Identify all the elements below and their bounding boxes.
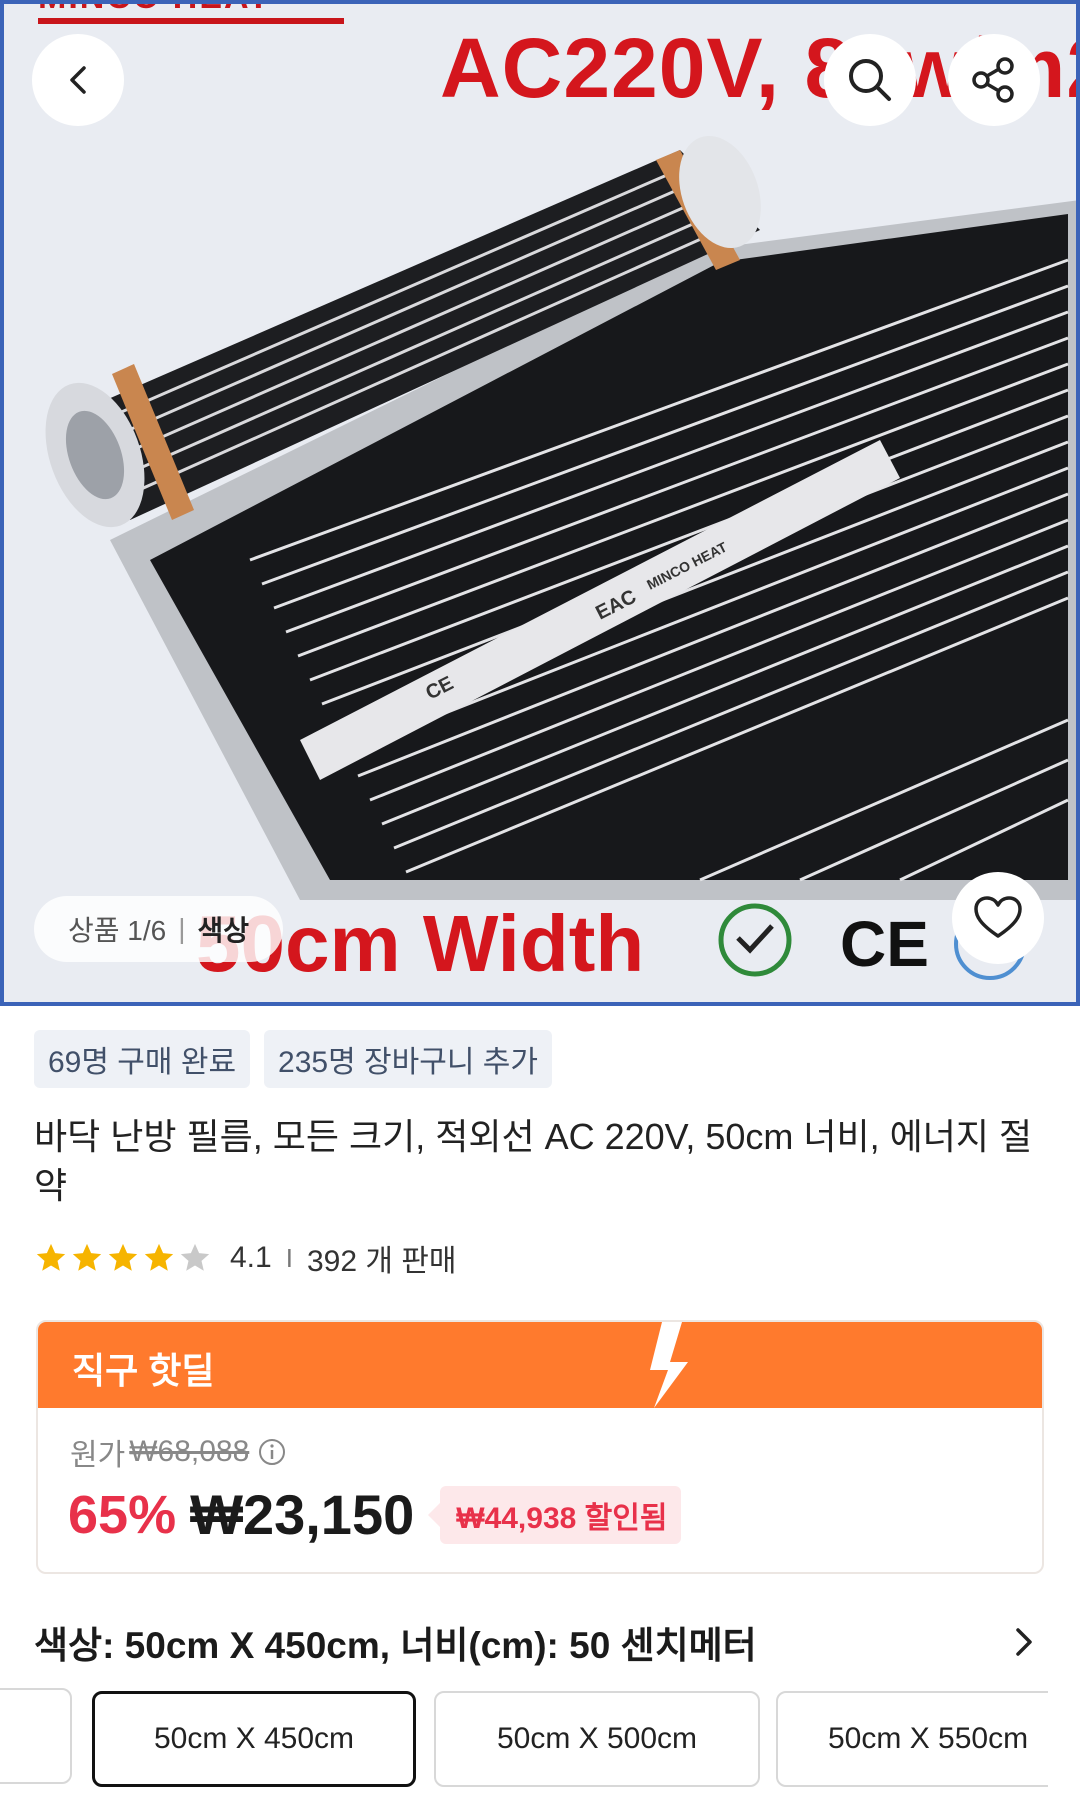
cart-added-count-badge: 235명 장바구니 추가 (264, 1030, 552, 1088)
product-title: 바닥 난방 필름, 모든 크기, 적외선 AC 220V, 50cm 너비, 에… (34, 1116, 1033, 1206)
discount-percent: 65% (68, 1484, 177, 1545)
social-proof-badges: 69명 구매 완료 235명 장바구니 추가 (34, 1030, 552, 1088)
star-icon (108, 1243, 138, 1271)
variant-option[interactable] (0, 1688, 72, 1784)
rating-row[interactable]: 4.1 I 392 개 판매 (34, 1238, 456, 1278)
price-row: 65% ₩23,150 ₩44,938 할인됨 (68, 1482, 682, 1547)
selected-option-label: 색상: 50cm X 450cm, 너비(cm): 50 센치메터 (34, 1625, 757, 1666)
variant-option[interactable]: 50cm X 550cm (776, 1691, 1048, 1787)
deal-title: 직구 핫딜 (72, 1350, 215, 1391)
sale-price: ₩23,150 (190, 1483, 415, 1546)
sold-count: 392 개 판매 (306, 1245, 457, 1278)
rating-divider: I (285, 1242, 293, 1273)
star-icon (144, 1243, 174, 1271)
purchased-count-badge: 69명 구매 완료 (34, 1030, 251, 1088)
original-price-label: 원가 (70, 1439, 126, 1472)
variant-option-selected[interactable]: 50cm X 450cm (92, 1691, 416, 1787)
original-price-row: 원가 ₩68,088 (70, 1430, 287, 1474)
star-rating (34, 1241, 212, 1275)
variant-option[interactable]: 50cm X 500cm (434, 1691, 760, 1787)
star-icon (72, 1243, 102, 1271)
deal-card: 직구 핫딜 원가 ₩68,088 65% ₩23,150 ₩44,938 할인됨 (36, 1320, 1044, 1574)
star-icon (36, 1243, 66, 1271)
rating-value: 4.1 (230, 1241, 272, 1274)
variant-list: 50cm X 450cm 50cm X 500cm 50cm X 550cm (0, 1688, 1048, 1790)
info-icon[interactable] (257, 1437, 287, 1467)
product-image-gallery[interactable]: MINCO HEAT EAC MINCO HEAT (0, 0, 1080, 1006)
lightning-bolt-icon (650, 1322, 688, 1408)
saved-amount-badge: ₩44,938 할인됨 (428, 1485, 682, 1544)
deal-header: 직구 핫딜 (38, 1322, 1042, 1408)
option-selector-header[interactable]: 색상: 50cm X 450cm, 너비(cm): 50 센치메터 (34, 1614, 1044, 1670)
star-empty-icon (180, 1243, 210, 1271)
original-price: ₩68,088 (129, 1435, 250, 1468)
image-frame (0, 0, 1080, 1006)
chevron-right-icon[interactable] (1004, 1622, 1044, 1662)
